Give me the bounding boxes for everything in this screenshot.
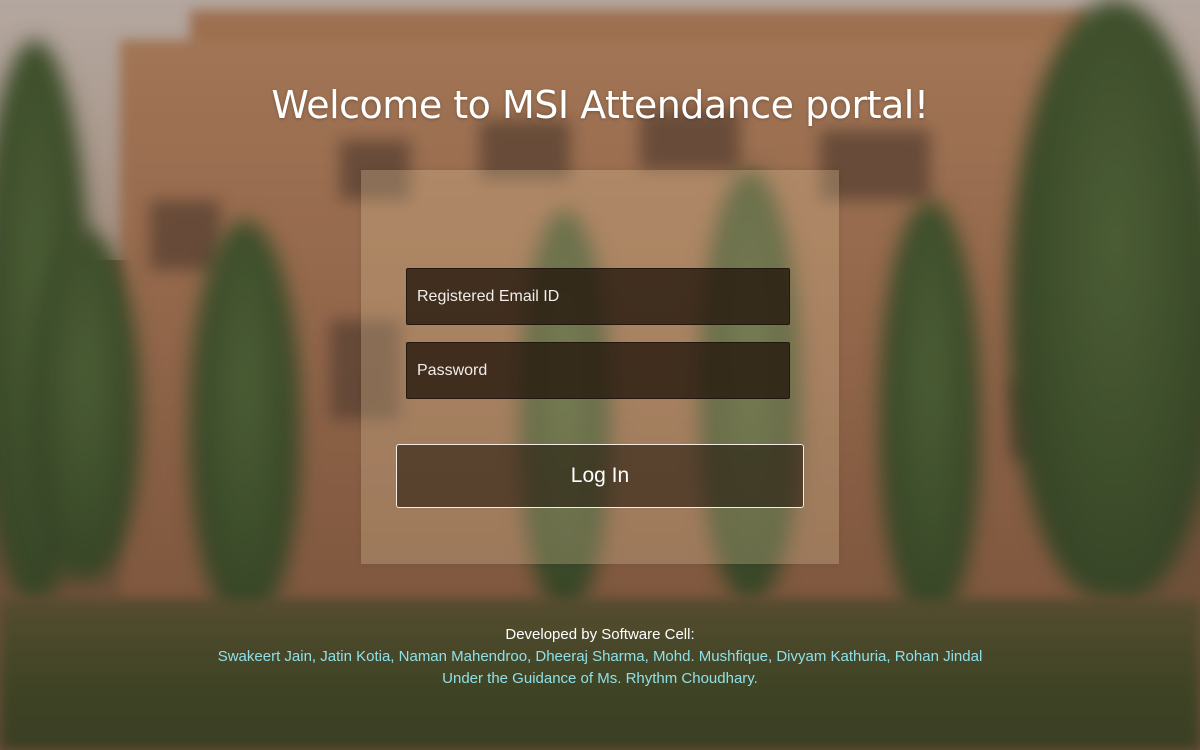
credits-footer: Developed by Software Cell: Swakeert Jai… xyxy=(0,624,1200,690)
page-title: Welcome to MSI Attendance portal! xyxy=(271,83,929,128)
login-card: Log In xyxy=(361,170,839,564)
developer-names: Swakeert Jain, Jatin Kotia, Naman Mahend… xyxy=(217,648,983,665)
developed-by-text: Developed by Software Cell: xyxy=(505,626,695,643)
guidance-text: Under the Guidance of Ms. Rhythm Choudha… xyxy=(442,670,758,687)
login-page: Welcome to MSI Attendance portal! Log In… xyxy=(0,0,1200,750)
password-field[interactable] xyxy=(406,342,790,399)
email-field[interactable] xyxy=(406,268,790,325)
login-button[interactable]: Log In xyxy=(396,444,804,508)
